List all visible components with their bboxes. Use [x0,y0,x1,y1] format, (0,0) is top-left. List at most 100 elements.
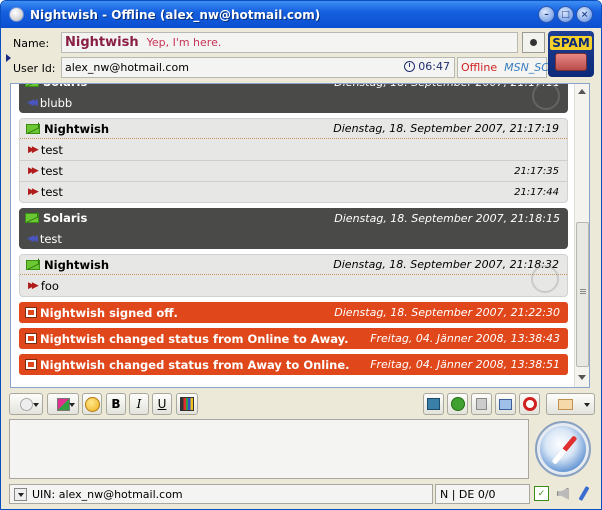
scrollbar-thumb[interactable] [576,222,589,367]
window-icon [427,398,440,410]
local-time-value: 06:47 [418,60,450,73]
message-time: 21:17:44 [514,186,559,198]
envelope-icon [25,84,39,87]
message-header: Nightwish Dienstag, 18. September 2007, 2… [20,119,567,139]
page-icon [476,398,487,410]
outgoing-arrow-icon: ▶▶ [28,280,39,291]
event-icon [25,307,37,318]
event-text: Nightwish signed off. [40,305,178,320]
chevron-down-icon [69,403,75,407]
message-date: Dienstag, 18. September 2007, 21:17:11 [334,84,560,89]
message-sender: Solaris [43,84,87,89]
close-button[interactable]: × [576,6,593,23]
contact-avatar[interactable]: SPAM [548,31,594,77]
smiley-menu-button[interactable] [9,393,43,415]
clock-icon [404,61,416,72]
scroll-up-arrow-icon[interactable] [578,89,586,94]
envelope-icon [26,123,40,134]
input-mode-text: N | DE 0/0 [440,487,496,501]
message-text: foo [40,278,59,293]
chevron-down-icon[interactable] [14,487,27,501]
app-icon [9,7,24,22]
send-file-button[interactable] [447,393,468,415]
avatar-text: SPAM [550,36,592,50]
title-bar[interactable]: Nightwish - Offline (alex_nw@hotmail.com… [1,1,601,28]
message-line: ◀◀ blubb [19,92,568,113]
status-bar: UIN: alex_nw@hotmail.com N | DE 0/0 ✓ [9,484,595,506]
message-input[interactable] [9,419,529,479]
status-value: Offline [461,61,498,74]
text-color-button[interactable] [47,393,79,415]
message-text: test [40,185,63,199]
event-date: Freitag, 04. Jänner 2008, 13:38:51 [370,358,560,371]
underline-button[interactable]: U [152,393,172,415]
send-options-button[interactable] [546,393,595,415]
emoticon-button[interactable] [82,393,102,415]
watermark-icon [532,84,560,110]
scroll-down-arrow-icon[interactable] [578,375,586,380]
message-block: Nightwish Dienstag, 18. September 2007, 2… [19,254,568,297]
message-date: Dienstag, 18. September 2007, 21:18:32 [333,258,559,271]
status-event: Nightwish changed status from Away to On… [19,354,568,375]
message-text: test [40,164,63,178]
message-line: ▶▶ test 21:17:35 [20,160,567,181]
minimize-button[interactable]: – [538,6,555,23]
event-date: Freitag, 04. Jänner 2008, 13:38:43 [370,332,560,345]
smiley-icon [84,396,100,412]
incoming-arrow-icon: ◀◀ [27,233,38,244]
block-icon [522,397,537,411]
message-list: Solaris Dienstag, 18. September 2007, 21:… [11,84,574,380]
sound-icon[interactable] [554,485,571,502]
message-log[interactable]: Solaris Dienstag, 18. September 2007, 21:… [10,83,590,388]
add-contact-button[interactable] [495,393,516,415]
envelope-icon [26,259,40,270]
chevron-down-icon [584,403,590,407]
userid-field[interactable]: alex_nw@hotmail.com 06:47 [61,57,455,78]
message-sender: Nightwish [44,257,110,272]
italic-button[interactable]: I [129,393,149,415]
spellcheck-icon[interactable]: ✓ [533,485,550,502]
blank-circle-icon [19,397,33,411]
details-button[interactable] [471,393,492,415]
event-date: Dienstag, 18. September 2007, 21:22:30 [334,306,560,319]
refresh-icon [450,397,465,411]
message-block: Solaris Dienstag, 18. September 2007, 21:… [19,208,568,249]
typing-notify-icon[interactable] [575,485,592,502]
status-event: Nightwish changed status from Online to … [19,328,568,349]
message-log-scrollbar[interactable] [574,84,589,387]
protocol-menu-button[interactable] [522,32,545,53]
message-date: Dienstag, 18. September 2007, 21:18:15 [334,211,560,225]
envelope-icon [25,213,39,223]
bold-button[interactable]: B [106,393,126,415]
font-button[interactable] [176,393,198,415]
status-event: Nightwish signed off. Dienstag, 18. Septe… [19,302,568,323]
event-text: Nightwish changed status from Online to … [40,331,349,346]
send-button[interactable] [535,421,591,477]
message-time: 21:17:35 [514,165,559,177]
event-icon [25,333,37,344]
status-message: Yep, I'm here. [146,36,222,49]
contact-name: Nightwish [65,35,139,50]
chevron-down-icon [33,403,39,407]
input-mode-field: N | DE 0/0 [435,484,530,504]
block-button[interactable] [519,393,540,415]
grip-icon [580,289,586,290]
event-text: Nightwish changed status from Away to On… [40,357,350,372]
uin-field[interactable]: UIN: alex_nw@hotmail.com [9,484,433,504]
history-button[interactable] [423,393,444,415]
message-header: Solaris Dienstag, 18. September 2007, 21:… [19,84,568,92]
avatar-image [555,53,587,71]
collapse-arrow-icon[interactable] [6,54,11,62]
watermark-icon [531,265,559,293]
envelope-icon [558,398,573,410]
message-line: ▶▶ test [20,139,567,160]
outgoing-arrow-icon: ▶▶ [28,144,39,155]
status-field[interactable]: Offline MSN_SC [457,57,549,78]
userid-label: User Id: [13,61,56,75]
message-text: blubb [39,95,73,110]
message-line: ◀◀ test [19,228,568,249]
monitor-icon [499,398,512,410]
maximize-button[interactable]: □ [557,6,574,23]
menu-dot-icon [530,39,537,46]
message-block: Solaris Dienstag, 18. September 2007, 21:… [19,84,568,113]
